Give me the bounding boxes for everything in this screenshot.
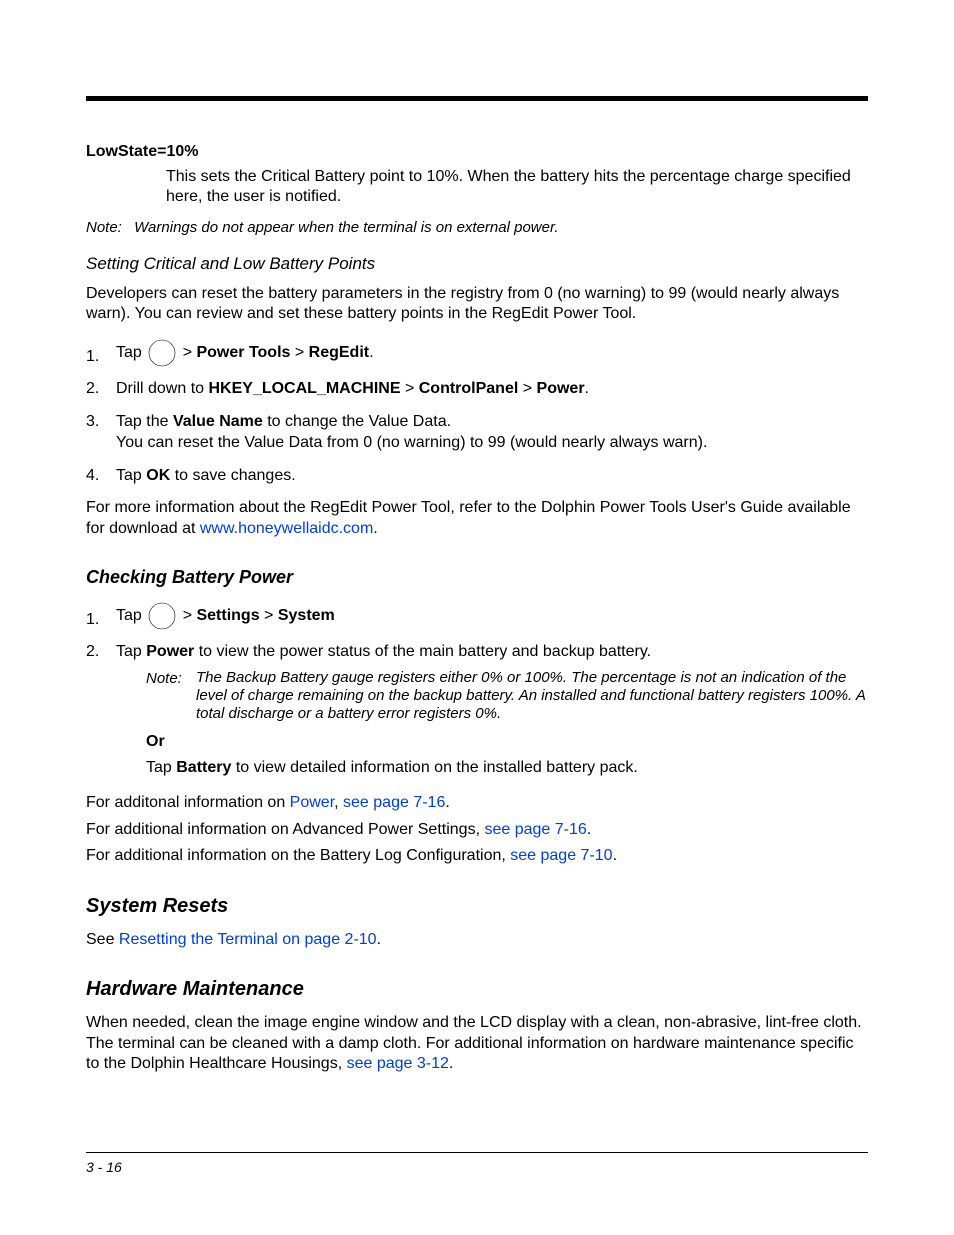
- para-end: .: [377, 931, 381, 948]
- step-bold: OK: [146, 467, 170, 484]
- info-advanced-power: For additional information on Advanced P…: [86, 820, 868, 840]
- checking-steps: Tap > Settings > System Tap Power to vie…: [86, 602, 868, 779]
- step-text: Tap: [116, 344, 146, 361]
- link-page-7-16[interactable]: see page 7-16: [484, 821, 586, 838]
- definition-body: This sets the Critical Battery point to …: [166, 167, 868, 207]
- info-power: For additonal information on Power, see …: [86, 793, 868, 813]
- backup-battery-note: Note: The Backup Battery gauge registers…: [146, 669, 868, 723]
- windows-start-icon: [148, 602, 176, 630]
- windows-start-icon: [148, 339, 176, 367]
- step-text: You can reset the Value Data from 0 (no …: [116, 434, 707, 451]
- step-bold: ControlPanel: [419, 380, 519, 397]
- para-end: .: [587, 821, 591, 838]
- setting-step-4: Tap OK to save changes.: [86, 465, 868, 487]
- checking-step-2: Tap Power to view the power status of th…: [86, 641, 868, 779]
- step-text: Tap: [116, 607, 146, 624]
- page-number: 3 - 16: [86, 1159, 122, 1175]
- setting-step-3: Tap the Value Name to change the Value D…: [86, 411, 868, 454]
- step-bold: Power Tools: [196, 344, 290, 361]
- hardware-maintenance-para: When needed, clean the image engine wind…: [86, 1013, 868, 1074]
- heading-checking-battery: Checking Battery Power: [86, 567, 868, 588]
- note-text: The Backup Battery gauge registers eithe…: [196, 669, 868, 723]
- checking-step-1: Tap > Settings > System: [86, 602, 868, 630]
- step-sep: >: [401, 380, 419, 397]
- para-text: For additional information on the Batter…: [86, 847, 510, 864]
- system-resets-para: See Resetting the Terminal on page 2-10.: [86, 930, 868, 950]
- heading-setting-points: Setting Critical and Low Battery Points: [86, 254, 868, 274]
- heading-system-resets: System Resets: [86, 895, 868, 918]
- setting-step-1: Tap > Power Tools > RegEdit.: [86, 339, 868, 367]
- link-page-7-10[interactable]: see page 7-10: [510, 847, 612, 864]
- setting-intro: Developers can reset the battery paramet…: [86, 284, 868, 325]
- note-text: Warnings do not appear when the terminal…: [134, 219, 558, 236]
- note-label: Note:: [146, 669, 196, 723]
- para-end: .: [373, 520, 377, 537]
- para-end: .: [445, 794, 449, 811]
- step-bold: System: [278, 607, 335, 624]
- step-text: Tap the: [116, 413, 173, 430]
- link-page-3-12[interactable]: see page 3-12: [347, 1055, 449, 1072]
- para-end: .: [449, 1055, 453, 1072]
- para-text: When needed, clean the image engine wind…: [86, 1014, 862, 1072]
- link-page-7-16[interactable]: see page 7-16: [343, 794, 445, 811]
- step-text: Tap: [116, 643, 146, 660]
- step-end: to view the power status of the main bat…: [194, 643, 651, 660]
- note-external-power: Note: Warnings do not appear when the te…: [86, 219, 868, 236]
- step-end: .: [585, 380, 589, 397]
- info-battery-log: For additional information on the Batter…: [86, 846, 868, 866]
- setting-step-2: Drill down to HKEY_LOCAL_MACHINE > Contr…: [86, 378, 868, 400]
- step-sep: >: [290, 344, 308, 361]
- or-label: Or: [146, 731, 868, 753]
- or-text: Tap: [146, 759, 176, 776]
- page-footer: 3 - 16: [86, 1152, 868, 1175]
- or-body: Tap Battery to view detailed information…: [146, 758, 868, 779]
- link-resetting-terminal[interactable]: Resetting the Terminal on page 2-10: [119, 931, 377, 948]
- step-text: Tap: [116, 467, 146, 484]
- step-bold: Value Name: [173, 413, 263, 430]
- step-sep: >: [260, 607, 278, 624]
- or-block: Or Tap Battery to view detailed informat…: [146, 731, 868, 779]
- note-label: Note:: [86, 219, 130, 236]
- para-text: ,: [334, 794, 343, 811]
- link-honeywell[interactable]: www.honeywellaidc.com: [200, 520, 373, 537]
- or-bold: Battery: [176, 759, 231, 776]
- or-end: to view detailed information on the inst…: [231, 759, 637, 776]
- top-rule: [86, 96, 868, 101]
- para-text: For additional information on Advanced P…: [86, 821, 484, 838]
- step-bold: Power: [146, 643, 194, 660]
- heading-hardware-maintenance: Hardware Maintenance: [86, 978, 868, 1001]
- step-bold: Settings: [196, 607, 259, 624]
- definition-term: LowState=10%: [86, 143, 868, 161]
- step-sep: >: [178, 607, 196, 624]
- para-text: See: [86, 931, 119, 948]
- step-text: Drill down to: [116, 380, 208, 397]
- link-power[interactable]: Power: [290, 794, 334, 811]
- para-text: For additonal information on: [86, 794, 290, 811]
- step-bold: HKEY_LOCAL_MACHINE: [208, 380, 400, 397]
- step-bold: Power: [537, 380, 585, 397]
- step-end: .: [369, 344, 373, 361]
- setting-steps: Tap > Power Tools > RegEdit. Drill down …: [86, 339, 868, 486]
- step-sep: >: [518, 380, 536, 397]
- setting-more-info: For more information about the RegEdit P…: [86, 498, 868, 539]
- step-text: to change the Value Data.: [263, 413, 451, 430]
- step-sep: >: [178, 344, 196, 361]
- step-end: to save changes.: [170, 467, 295, 484]
- step-bold: RegEdit: [309, 344, 369, 361]
- para-end: .: [613, 847, 617, 864]
